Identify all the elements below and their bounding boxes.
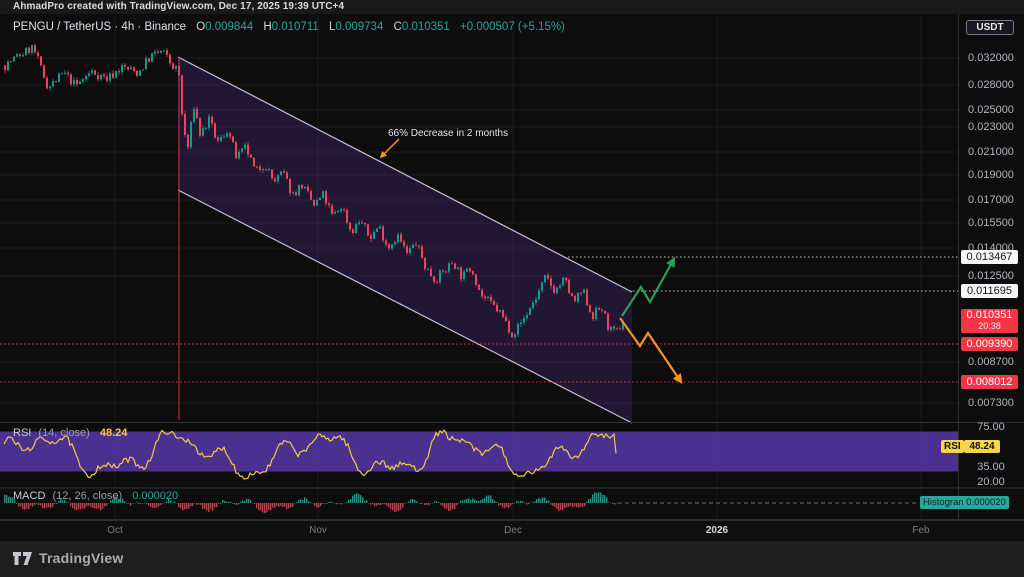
rsi-axis-label: 75.00 xyxy=(958,421,1024,433)
macd-title: MACD xyxy=(13,490,45,502)
price-axis-label: 0.028000 xyxy=(958,79,1024,91)
price-axis-label: 0.008700 xyxy=(958,356,1024,368)
price-axis-label: 0.032000 xyxy=(958,52,1024,64)
close-label: C xyxy=(394,21,402,33)
rsi-legend[interactable]: RSI (14, close) 48.24 xyxy=(13,427,127,439)
time-axis-label: Feb xyxy=(912,525,929,536)
symbol-title: PENGU / TetherUS · 4h · Binance xyxy=(13,21,186,33)
macd-params: (12, 26, close) xyxy=(52,490,122,502)
price-axis-label: 0.015500 xyxy=(958,217,1024,229)
open-value: 0.009844 xyxy=(205,21,253,33)
rsi-axis-tag: RSI xyxy=(941,440,964,453)
macd-current-value: 0.000020 xyxy=(132,490,178,502)
rsi-axis-label: 20.00 xyxy=(958,476,1024,488)
macd-histogram-tag: Histogram xyxy=(920,496,969,509)
change-value: +0.000507 (+5.15%) xyxy=(460,21,565,33)
price-chart-canvas[interactable] xyxy=(0,0,1024,541)
annotation-text[interactable]: 66% Decrease in 2 months xyxy=(388,128,508,139)
price-axis-label: 0.007300 xyxy=(958,397,1024,409)
macd-legend[interactable]: MACD (12, 26, close) 0.000020 xyxy=(13,490,178,502)
high-value: 0.010711 xyxy=(272,21,319,33)
rsi-current-value: 48.24 xyxy=(100,427,128,439)
price-axis-label: 0.012500 xyxy=(958,270,1024,282)
close-value: 0.010351 xyxy=(402,21,450,33)
price-level-label: 0.011695 xyxy=(961,284,1018,298)
low-value: 0.009734 xyxy=(335,21,383,33)
price-axis-label: 0.019000 xyxy=(958,169,1024,181)
price-axis-label: 0.017000 xyxy=(958,194,1024,206)
high-label: H xyxy=(263,21,271,33)
current-price-label: 0.010351 20:38 xyxy=(961,309,1018,333)
time-axis-label: Dec xyxy=(504,525,522,536)
price-level-label: 0.013467 xyxy=(961,250,1018,264)
tradingview-brand[interactable]: TradingView xyxy=(13,547,123,569)
time-axis-label: Nov xyxy=(309,525,327,536)
tradingview-chart-page: { "header": { "attribution": "AhmadPro c… xyxy=(0,0,1024,577)
price-axis-label: 0.021000 xyxy=(958,146,1024,158)
symbol-legend[interactable]: PENGU / TetherUS · 4h · Binance O0.00984… xyxy=(13,21,565,33)
price-level-label: 0.009390 xyxy=(961,337,1018,351)
price-axis-label: 0.025000 xyxy=(958,104,1024,116)
rsi-axis-value: 48.24 xyxy=(964,440,1000,453)
price-level-label: 0.008012 xyxy=(961,375,1018,389)
currency-toggle-button[interactable]: USDT xyxy=(966,20,1014,35)
macd-histogram-value: 0.000020 xyxy=(963,496,1009,509)
rsi-axis-label: 35.00 xyxy=(958,461,1024,473)
rsi-title: RSI xyxy=(13,427,31,439)
tradingview-brand-text: TradingView xyxy=(39,550,123,566)
bar-countdown: 20:38 xyxy=(961,322,1018,331)
time-axis-label: Oct xyxy=(107,525,123,536)
time-axis-label: 2026 xyxy=(706,525,728,536)
open-label: O xyxy=(196,21,205,33)
footer-strip xyxy=(0,541,1024,577)
rsi-params: (14, close) xyxy=(38,427,89,439)
attribution-text: AhmadPro created with TradingView.com, D… xyxy=(13,1,344,12)
price-axis-label: 0.023000 xyxy=(958,121,1024,133)
tradingview-logo-icon xyxy=(13,551,33,566)
